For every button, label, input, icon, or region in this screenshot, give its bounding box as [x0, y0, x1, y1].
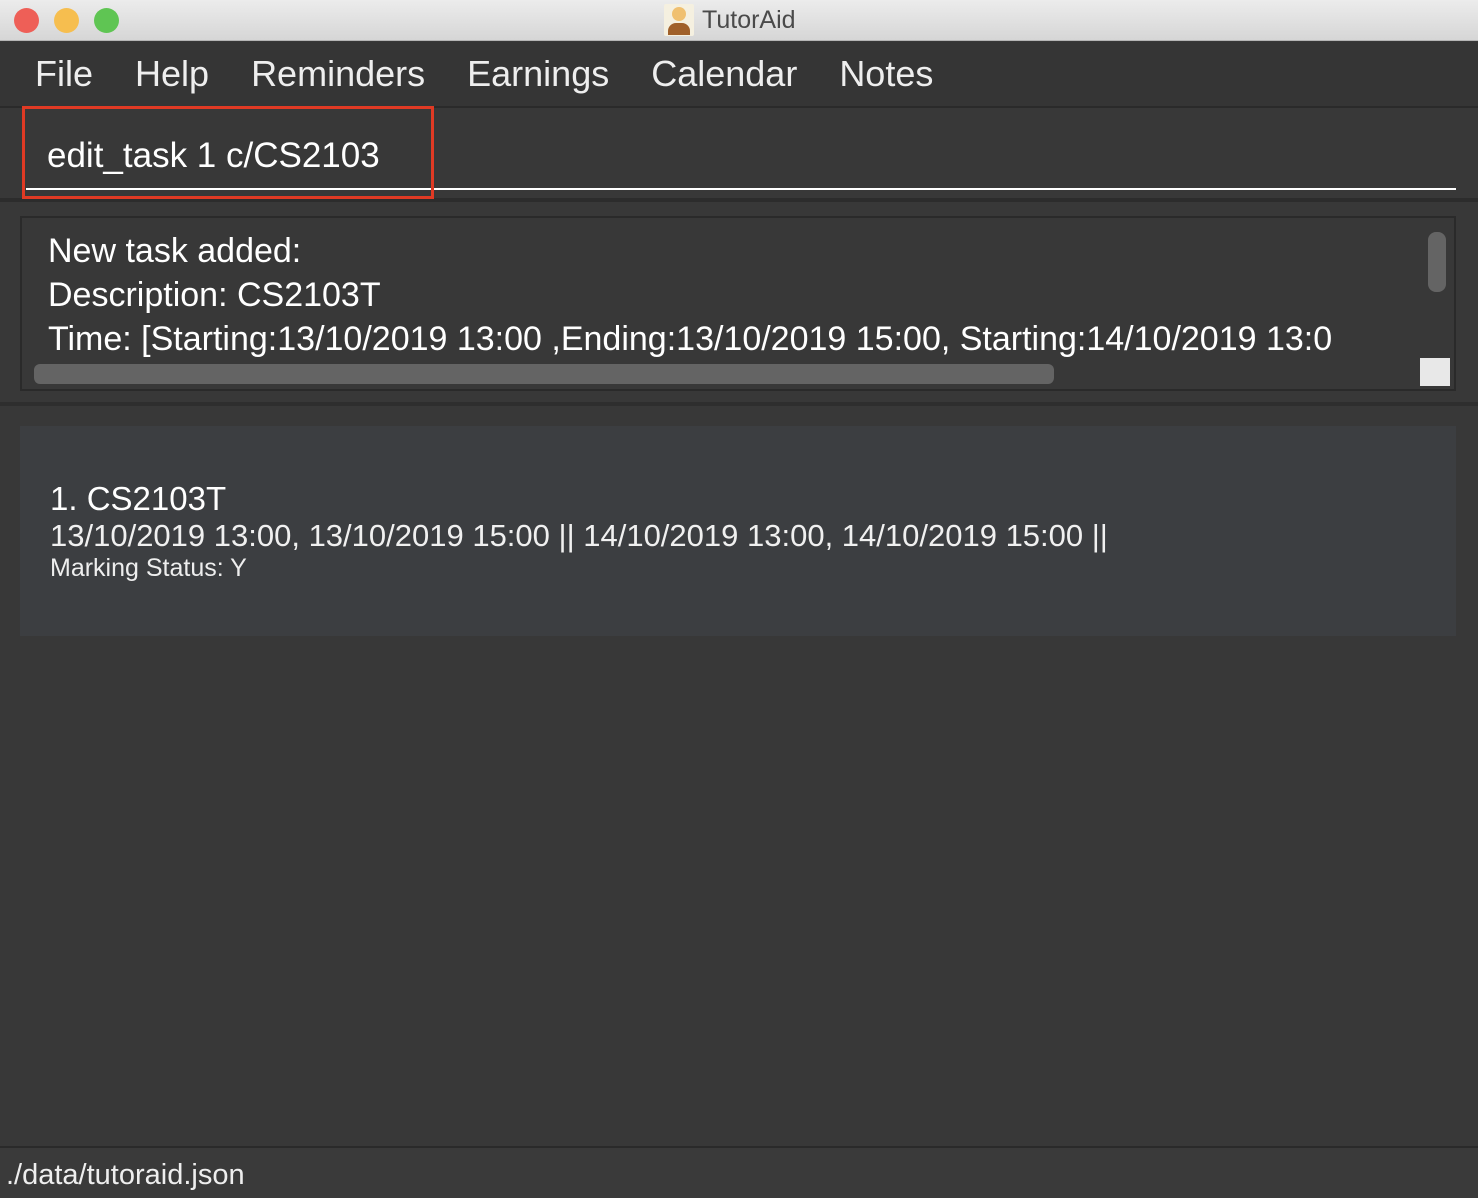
menu-earnings[interactable]: Earnings [467, 53, 609, 95]
status-bar: ./data/tutoraid.json [0, 1146, 1478, 1198]
title-bar: TutorAid [0, 0, 1478, 41]
minimize-button[interactable] [54, 8, 79, 33]
close-button[interactable] [14, 8, 39, 33]
menu-file[interactable]: File [35, 53, 93, 95]
data-file-path: ./data/tutoraid.json [6, 1159, 245, 1191]
annotation-highlight-box [22, 106, 434, 199]
menu-reminders[interactable]: Reminders [251, 53, 425, 95]
task-card[interactable]: 1. CS2103T 13/10/2019 13:00, 13/10/2019 … [20, 426, 1456, 636]
menu-help[interactable]: Help [135, 53, 209, 95]
result-line: New task added: [48, 232, 302, 270]
menu-bar: File Help Reminders Earnings Calendar No… [0, 42, 1478, 108]
task-title: 1. CS2103T [50, 480, 227, 517]
menu-notes[interactable]: Notes [839, 53, 933, 95]
task-times: 13/10/2019 13:00, 13/10/2019 15:00 || 14… [50, 518, 1108, 553]
result-line: Time: [Starting:13/10/2019 13:00 ,Ending… [48, 320, 1333, 358]
window-title: TutorAid [664, 4, 796, 36]
divider [0, 402, 1478, 406]
task-marking-status: Marking Status: Y [50, 554, 247, 582]
result-line: Description: CS2103T [48, 276, 381, 314]
horizontal-scrollbar[interactable] [34, 364, 1054, 384]
scroll-corner [1420, 358, 1450, 386]
tutor-avatar-icon [664, 4, 694, 36]
maximize-button[interactable] [94, 8, 119, 33]
result-display: New task added: Description: CS2103T Tim… [20, 216, 1456, 391]
window-title-text: TutorAid [702, 5, 796, 34]
vertical-scrollbar[interactable] [1428, 232, 1446, 292]
menu-calendar[interactable]: Calendar [651, 53, 797, 95]
